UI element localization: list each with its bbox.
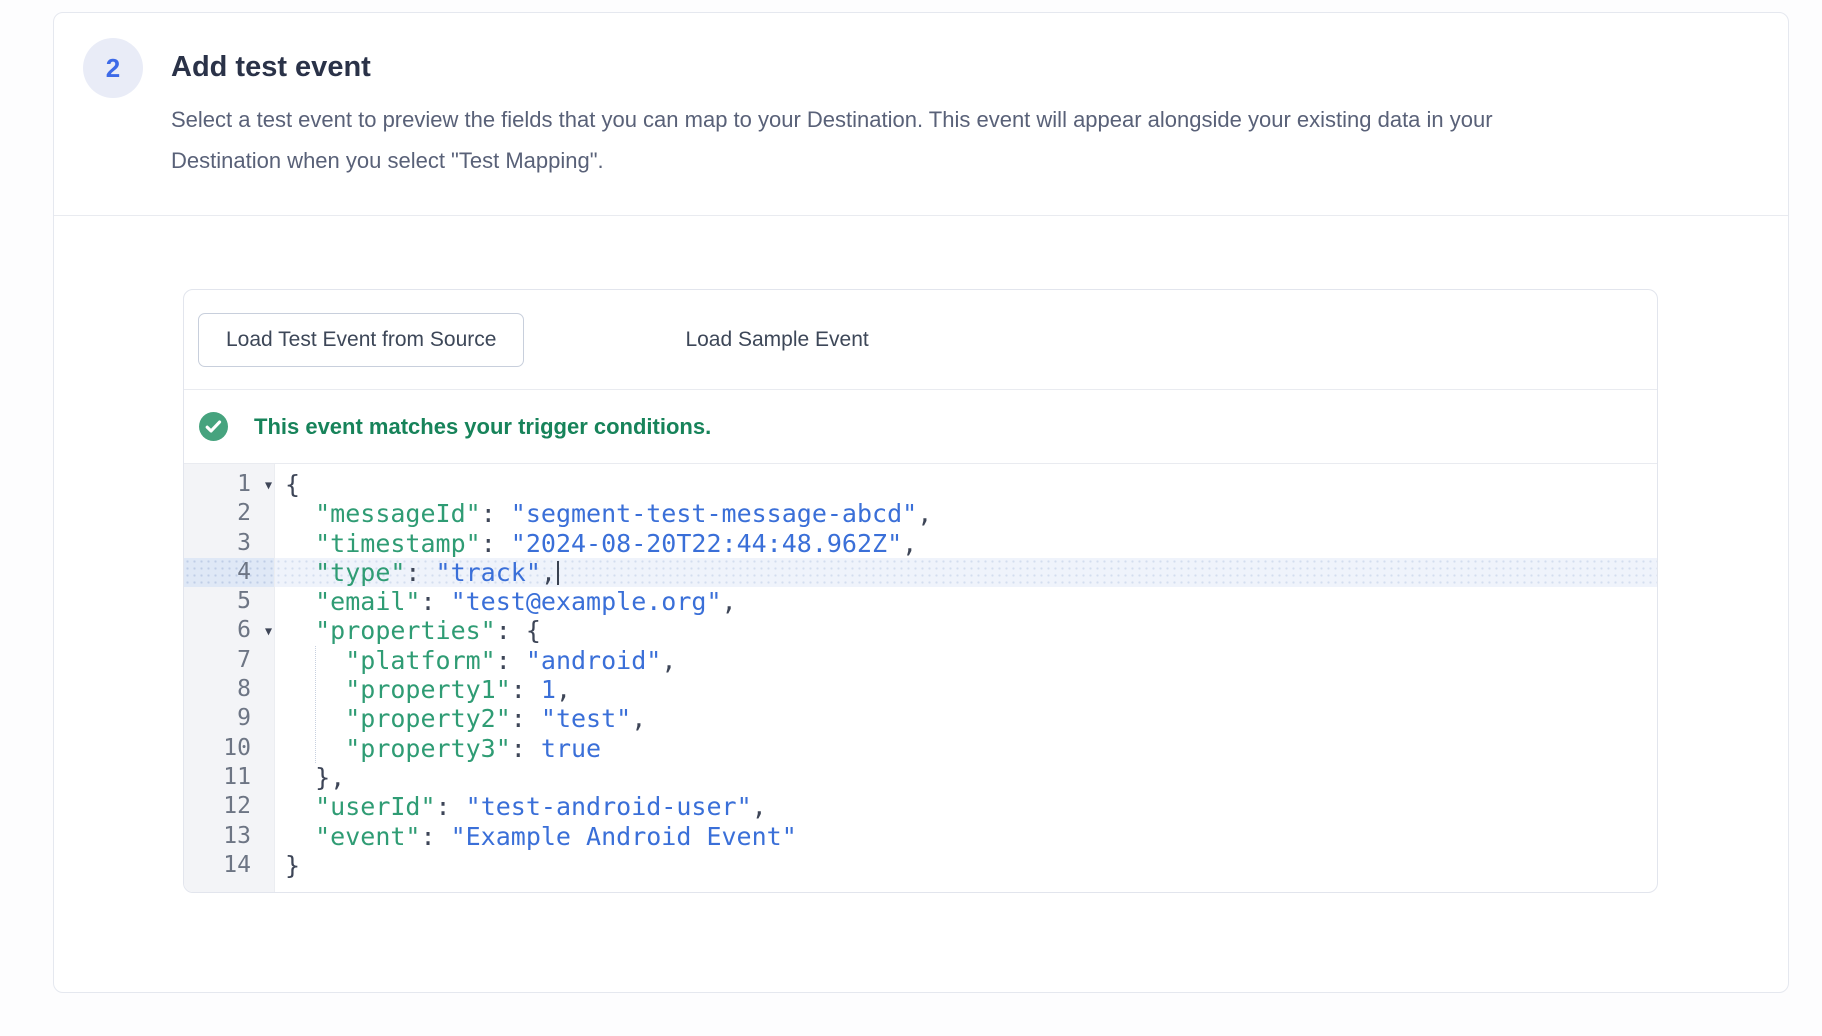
code-line[interactable]: "event": "Example Android Event": [275, 822, 1657, 851]
step-number-badge: 2: [83, 38, 143, 98]
line-number: 10: [184, 734, 274, 763]
indent-guide: [315, 646, 316, 763]
line-number: 1: [184, 470, 274, 499]
add-test-event-card: 2 Add test event Select a test event to …: [53, 12, 1789, 993]
code-line[interactable]: "timestamp": "2024-08-20T22:44:48.962Z",: [275, 529, 1657, 558]
code-line[interactable]: "properties": {: [275, 616, 1657, 645]
load-test-event-button[interactable]: Load Test Event from Source: [198, 313, 524, 367]
page-title: Add test event: [171, 51, 371, 84]
gutter-line: 5: [184, 587, 274, 616]
code-line[interactable]: {: [275, 470, 1657, 499]
line-number: 14: [184, 851, 274, 880]
gutter-line: 7: [184, 646, 274, 675]
editor-code[interactable]: { "messageId": "segment-test-message-abc…: [275, 464, 1657, 892]
code-line[interactable]: "property1": 1,: [275, 675, 1657, 704]
status-row: This event matches your trigger conditio…: [184, 390, 1657, 464]
code-line[interactable]: "userId": "test-android-user",: [275, 792, 1657, 821]
gutter-line: 14: [184, 851, 274, 880]
load-sample-event-button[interactable]: Load Sample Event: [685, 328, 868, 352]
code-line[interactable]: "platform": "android",: [275, 646, 1657, 675]
line-number: 2: [184, 499, 274, 528]
fold-arrow-icon[interactable]: ▾: [265, 616, 272, 645]
editor-gutter: 1▾23456▾7891011121314: [184, 464, 275, 892]
line-number: 8: [184, 675, 274, 704]
gutter-line: 12: [184, 792, 274, 821]
gutter-line: 6▾: [184, 616, 274, 645]
line-number: 13: [184, 822, 274, 851]
code-line[interactable]: }: [275, 851, 1657, 880]
fold-arrow-icon[interactable]: ▾: [265, 470, 272, 499]
code-line[interactable]: "property2": "test",: [275, 704, 1657, 733]
code-line[interactable]: },: [275, 763, 1657, 792]
line-number: 4: [184, 558, 274, 587]
code-line[interactable]: "property3": true: [275, 734, 1657, 763]
card-description: Select a test event to preview the field…: [171, 99, 1561, 181]
gutter-line: 3: [184, 529, 274, 558]
line-number: 7: [184, 646, 274, 675]
line-number: 6: [184, 616, 274, 645]
code-line[interactable]: "email": "test@example.org",: [275, 587, 1657, 616]
check-circle-icon: [199, 412, 228, 441]
line-number: 3: [184, 529, 274, 558]
line-number: 12: [184, 792, 274, 821]
gutter-line: 8: [184, 675, 274, 704]
text-cursor: [557, 561, 559, 585]
gutter-line: 11: [184, 763, 274, 792]
gutter-line: 9: [184, 704, 274, 733]
gutter-line: 13: [184, 822, 274, 851]
line-number: 11: [184, 763, 274, 792]
gutter-line: 1▾: [184, 470, 274, 499]
code-line[interactable]: "messageId": "segment-test-message-abcd"…: [275, 499, 1657, 528]
line-number: 5: [184, 587, 274, 616]
test-event-panel: Load Test Event from Source Load Sample …: [183, 289, 1658, 893]
line-number: 9: [184, 704, 274, 733]
json-code-editor[interactable]: 1▾23456▾7891011121314 { "messageId": "se…: [184, 464, 1657, 892]
gutter-line: 4: [184, 558, 274, 587]
code-line[interactable]: "type": "track",: [275, 558, 1657, 587]
toolbar: Load Test Event from Source Load Sample …: [184, 290, 1657, 390]
card-header: 2 Add test event Select a test event to …: [54, 13, 1788, 216]
status-message: This event matches your trigger conditio…: [254, 414, 711, 440]
gutter-line: 2: [184, 499, 274, 528]
gutter-line: 10: [184, 734, 274, 763]
